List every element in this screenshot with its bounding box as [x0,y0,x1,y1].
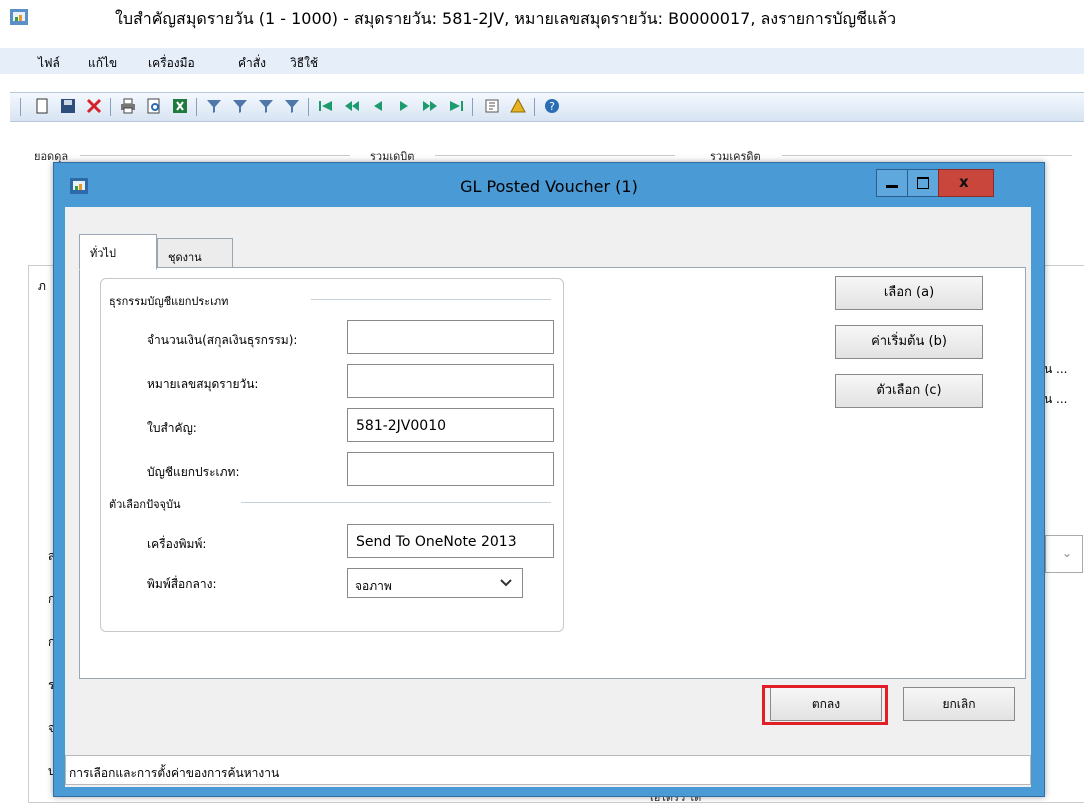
journal-number-label: หมายเลขสมุดรายวัน: [147,377,259,391]
group-divider [435,155,675,156]
main-window-titlebar: ใบสำคัญสมุดรายวัน (1 - 1000) - สมุดรายวั… [0,0,1084,36]
toolbar-separator [472,98,473,116]
toolbar-separator [534,98,535,116]
status-bar: การเลือกและการตั้งค่าของการค้นหางาน [65,755,1031,785]
alert-icon[interactable] [510,98,526,114]
default-button[interactable]: ค่าเริ่มต้น (b) [835,325,983,359]
printer-label: เครื่องพิมพ์: [147,537,207,551]
ledger-transaction-group-label: ธุรกรรมบัญชีแยกประเภท [109,292,235,310]
main-window-title: ใบสำคัญสมุดรายวัน (1 - 1000) - สมุดรายวั… [115,9,897,28]
advanced-filter-icon[interactable] [258,98,274,114]
attachment-icon[interactable] [484,98,500,114]
new-icon[interactable] [34,98,50,114]
group-divider [80,155,350,156]
dialog-titlebar[interactable]: GL Posted Voucher (1) x [54,163,1044,207]
status-text: การเลือกและการตั้งค่าของการค้นหางาน [69,766,280,780]
print-preview-icon[interactable] [146,98,162,114]
toolbar-separator [110,98,111,116]
filter-by-grid-icon[interactable] [232,98,248,114]
voucher-input[interactable]: 581-2JV0010 [347,408,554,442]
maximize-button[interactable] [907,169,939,197]
app-icon [10,9,28,25]
background-grid-fragment: น ... [1044,362,1068,376]
menu-help[interactable]: วิธีใช้ [290,54,318,73]
ok-button-highlight [762,685,888,725]
background-grid-fragment: น ... [1044,392,1068,406]
remove-filter-icon[interactable] [284,98,300,114]
menu-edit[interactable]: แก้ไข [88,54,117,73]
menu-bar: ไฟล์ แก้ไข เครื่องมือ คำสั่ง วิธีใช้ [0,48,1084,74]
amount-label: จำนวนเงิน(สกุลเงินธุรกรรม): [147,333,298,347]
first-record-icon[interactable] [318,98,334,114]
chevron-down-icon: ⌄ [1062,546,1073,560]
tab-batch[interactable]: ชุดงาน [157,238,233,269]
print-icon[interactable] [120,98,136,114]
next-page-icon[interactable] [422,98,438,114]
help-icon[interactable]: ? [544,98,560,114]
tab-batch-label: ชุดงาน [168,251,202,264]
menu-command[interactable]: คำสั่ง [238,54,266,73]
toolbar: ? [10,92,1084,122]
close-icon: x [959,173,969,191]
tab-general[interactable]: ทั่วไป [79,234,157,270]
delete-icon[interactable] [86,98,102,114]
background-tab-fragment: ภ [38,279,46,293]
tab-general-label: ทั่วไป [90,247,116,260]
maximize-icon [917,177,929,189]
select-button[interactable]: เลือก (a) [835,276,983,310]
print-medium-label: พิมพ์สื่อกลาง: [147,577,217,591]
next-record-icon[interactable] [396,98,412,114]
group-divider [311,299,551,300]
cancel-button[interactable]: ยกเลิก [903,687,1015,721]
menu-tools[interactable]: เครื่องมือ [148,54,195,73]
menu-file[interactable]: ไฟล์ [38,54,60,73]
toolbar-separator [20,98,21,116]
excel-icon[interactable] [172,98,188,114]
previous-page-icon[interactable] [344,98,360,114]
ledger-account-input[interactable] [347,452,554,486]
options-button[interactable]: ตัวเลือก (c) [835,374,983,408]
save-icon[interactable] [60,98,76,114]
voucher-label: ใบสำคัญ: [147,421,197,435]
previous-record-icon[interactable] [370,98,386,114]
journal-number-input[interactable] [347,364,554,398]
filter-icon[interactable] [206,98,222,114]
print-medium-value: จอภาพ [355,579,392,593]
ledger-account-label: บัญชีแยกประเภท: [147,465,240,479]
chevron-down-icon [500,579,512,587]
group-divider [241,502,551,503]
printer-input[interactable]: Send To OneNote 2013 [347,524,554,558]
last-record-icon[interactable] [448,98,464,114]
toolbar-separator [196,98,197,116]
dialog-client-area: ทั่วไป ชุดงาน ธุรกรรมบัญชีแยกประเภท จำนว… [65,207,1031,787]
current-options-group-label: ตัวเลือกปัจจุบัน [109,495,187,513]
toolbar-separator [308,98,309,116]
close-button[interactable]: x [938,169,994,197]
print-medium-select[interactable]: จอภาพ [347,568,523,598]
gl-posted-voucher-dialog: GL Posted Voucher (1) x ทั่วไป ชุดงาน ธุ… [53,162,1045,797]
background-dropdown[interactable]: ⌄ [1045,535,1083,573]
group-divider [782,155,1072,156]
options-groupbox: ธุรกรรมบัญชีแยกประเภท จำนวนเงิน(สกุลเงิน… [100,278,564,632]
amount-input[interactable] [347,320,554,354]
svg-text:?: ? [549,100,555,113]
minimize-button[interactable] [876,169,908,197]
minimize-icon [886,185,898,188]
